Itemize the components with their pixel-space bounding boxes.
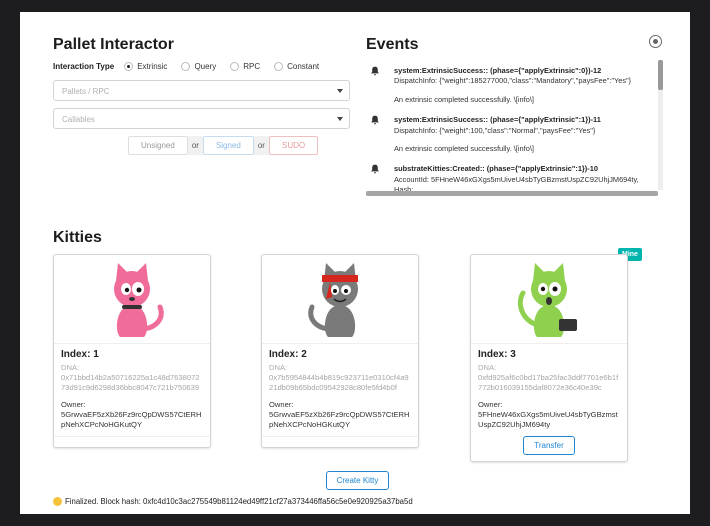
status-bar: Finalized. Block hash: 0xfc4d10c3ac27554… xyxy=(53,497,413,506)
transfer-button[interactable]: Transfer xyxy=(523,436,575,455)
owner-label: Owner: xyxy=(61,400,86,409)
kitty-card-footer xyxy=(262,436,418,447)
kitty-card-footer xyxy=(54,436,210,447)
status-text: Finalized. Block hash: 0xfc4d10c3ac27554… xyxy=(65,497,413,506)
caret-down-icon xyxy=(337,117,343,121)
unsigned-button[interactable]: Unsigned xyxy=(128,136,188,155)
kitty-card: Index: 2 DNA: 0x7b5954844b4b819c923711e0… xyxy=(261,254,419,448)
app-page: Pallet Interactor Interaction Type Extri… xyxy=(20,12,690,514)
signed-button[interactable]: Signed xyxy=(202,136,254,155)
kitty-index: Index: 2 xyxy=(269,349,307,360)
kitty-dna: 0x71bbd14b2a50716225a1c48d763807273d91c9… xyxy=(61,373,200,392)
kitty-card-body: Index: 2 DNA: 0x7b5954844b4b819c923711e0… xyxy=(262,343,418,436)
sudo-button[interactable]: SUDO xyxy=(268,136,319,155)
dna-label: DNA: xyxy=(269,363,288,372)
owner-label: Owner: xyxy=(478,400,503,409)
or-label: or xyxy=(253,136,269,155)
radio-unchecked-icon xyxy=(230,62,240,71)
radio-extrinsic-label: Extrinsic xyxy=(137,62,168,71)
radio-checked-icon xyxy=(124,62,134,71)
event-title: system:ExtrinsicSuccess:: (phase={"apply… xyxy=(394,115,601,125)
owner-label: Owner: xyxy=(269,400,294,409)
kitty-dna: 0x7b5954844b4b819c923711e0310cf4a921db09… xyxy=(269,373,409,392)
pallets-dropdown[interactable]: Pallets / RPC xyxy=(53,80,350,101)
bell-icon xyxy=(371,66,379,76)
kitty-avatar-icon xyxy=(308,263,358,337)
radio-constant-label: Constant xyxy=(287,62,320,71)
kitty-card: Index: 1 DNA: 0x71bbd14b2a50716225a1c48d… xyxy=(53,254,211,448)
create-kitty-button[interactable]: Create Kitty xyxy=(326,471,389,490)
kitty-image xyxy=(54,255,210,343)
event-detail: DispatchInfo: {"weight":185277000,"class… xyxy=(394,76,632,86)
scroll-thumb[interactable] xyxy=(658,60,663,90)
radio-unchecked-icon xyxy=(181,62,191,71)
smile-icon xyxy=(53,497,62,506)
kitty-avatar-icon xyxy=(517,263,577,337)
kitty-dna: 0xfd925af6c0bd17ba25fac3ddf7701e6b1f772b… xyxy=(478,373,619,392)
kitties-title: Kitties xyxy=(53,229,102,246)
kitty-owner: 5GrwvaEF5zXb26Fz9rcQpDWS57CtERHpNehXCPcN… xyxy=(269,410,410,429)
kitty-index: Index: 1 xyxy=(61,349,99,360)
event-title: system:ExtrinsicSuccess:: (phase={"apply… xyxy=(394,66,602,75)
pallets-placeholder: Pallets / RPC xyxy=(62,87,110,96)
dna-label: DNA: xyxy=(61,363,80,372)
pallet-interactor-title: Pallet Interactor xyxy=(53,36,174,53)
event-detail: AccountId: 5FHneW46xGXgs5mUiveU4sbTyGBzm… xyxy=(394,174,639,184)
events-vertical-scrollbar[interactable] xyxy=(658,60,663,190)
tx-button-group: Unsigned or Signed or SUDO xyxy=(128,136,319,155)
events-title: Events xyxy=(366,36,419,53)
interaction-type-group: Interaction Type Extrinsic Query RPC Con… xyxy=(53,62,327,71)
kitty-index: Index: 3 xyxy=(478,349,516,360)
event-detail: DispatchInfo: {"weight":100,"class":"Nor… xyxy=(394,125,596,135)
radio-extrinsic[interactable]: Extrinsic xyxy=(124,62,167,71)
radio-unchecked-icon xyxy=(274,62,284,71)
event-title: substrateKitties:Created:: (phase={"appl… xyxy=(394,164,598,174)
dna-label: DNA: xyxy=(478,363,497,372)
scroll-thumb[interactable] xyxy=(366,191,658,196)
events-feed[interactable]: system:ExtrinsicSuccess:: (phase={"apply… xyxy=(366,60,664,196)
radio-query[interactable]: Query xyxy=(181,62,216,71)
event-item: system:ExtrinsicSuccess:: (phase={"apply… xyxy=(366,115,664,154)
interaction-type-label: Interaction Type xyxy=(53,62,115,71)
radio-constant[interactable]: Constant xyxy=(274,62,319,71)
kitty-owner: 5GrwvaEF5zXb26Fz9rcQpDWS57CtERHpNehXCPcN… xyxy=(61,410,202,429)
event-description: An extrinsic completed successfully. \[i… xyxy=(394,144,534,154)
kitty-image xyxy=(471,255,627,343)
kitty-avatar-icon xyxy=(114,263,164,337)
callables-dropdown[interactable]: Callables xyxy=(53,108,350,129)
kitty-owner: 5FHneW46xGXgs5mUiveU4sbTyGBzmstUspZC92Uh… xyxy=(478,410,618,429)
or-label: or xyxy=(187,136,203,155)
caret-down-icon xyxy=(337,89,343,93)
kitty-image xyxy=(262,255,418,343)
radio-rpc-label: RPC xyxy=(243,62,261,71)
radio-query-label: Query xyxy=(194,62,217,71)
kitty-card-body: Index: 1 DNA: 0x71bbd14b2a50716225a1c48d… xyxy=(54,343,210,436)
radio-rpc[interactable]: RPC xyxy=(230,62,260,71)
bell-icon xyxy=(371,115,379,125)
events-horizontal-scrollbar[interactable] xyxy=(366,191,658,196)
toggle-events-button[interactable] xyxy=(649,35,662,48)
event-item: system:ExtrinsicSuccess:: (phase={"apply… xyxy=(366,66,664,105)
kitty-card-body: Index: 3 DNA: 0xfd925af6c0bd17ba25fac3dd… xyxy=(471,343,627,461)
callables-placeholder: Callables xyxy=(62,115,95,124)
event-description: An extrinsic completed successfully. \[i… xyxy=(394,94,534,104)
bell-icon xyxy=(371,165,379,174)
dot-icon xyxy=(653,39,658,44)
kitty-card: Index: 3 DNA: 0xfd925af6c0bd17ba25fac3dd… xyxy=(470,254,628,462)
